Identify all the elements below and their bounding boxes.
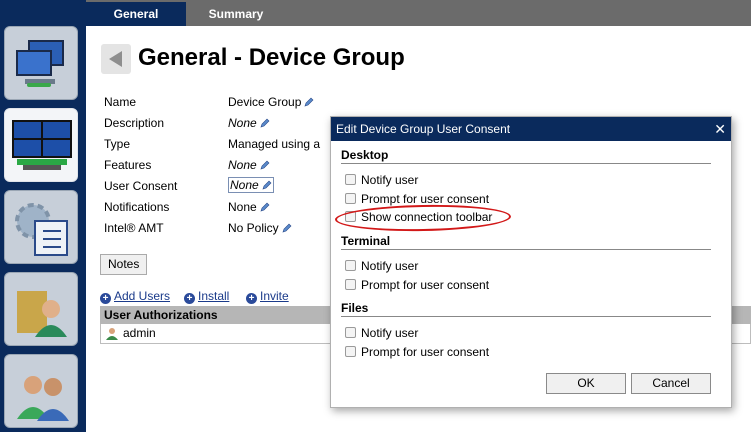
plus-icon: + xyxy=(184,293,195,304)
terminal-heading: Terminal xyxy=(341,234,711,250)
checkbox[interactable] xyxy=(345,174,356,185)
add-users-link[interactable]: + Add Users xyxy=(100,289,170,304)
notes-button[interactable]: Notes xyxy=(100,254,148,275)
tab-general[interactable]: General xyxy=(86,2,186,26)
description-label: Description xyxy=(104,116,165,130)
plus-icon: + xyxy=(100,293,111,304)
files-heading: Files xyxy=(341,301,711,317)
checkbox[interactable] xyxy=(345,260,356,271)
name-label: Name xyxy=(104,95,137,109)
plus-icon: + xyxy=(246,293,257,304)
option-label: Prompt for user consent xyxy=(361,278,490,292)
ok-button[interactable]: OK xyxy=(546,373,626,394)
back-button[interactable] xyxy=(101,44,131,74)
install-label: Install xyxy=(198,289,230,303)
edit-icon[interactable] xyxy=(282,223,292,233)
cancel-button[interactable]: Cancel xyxy=(631,373,711,394)
notifications-label: Notifications xyxy=(104,200,170,214)
user-consent-label: User Consent xyxy=(104,179,178,193)
install-link[interactable]: + Install xyxy=(184,289,229,304)
user-consent-value-text: None xyxy=(230,178,259,192)
edit-icon[interactable] xyxy=(260,160,270,170)
edit-icon[interactable] xyxy=(304,97,314,107)
option-label: Prompt for user consent xyxy=(361,192,490,206)
type-label: Type xyxy=(104,137,131,151)
dialog-title: Edit Device Group User Consent xyxy=(336,122,511,136)
invite-link[interactable]: + Invite xyxy=(246,289,289,304)
desktop-heading: Desktop xyxy=(341,148,711,164)
users-icon[interactable] xyxy=(4,354,78,428)
features-value: None xyxy=(228,158,270,172)
checkbox[interactable] xyxy=(345,279,356,290)
files-prompt-option[interactable]: Prompt for user consent xyxy=(345,345,489,359)
option-label: Prompt for user consent xyxy=(361,345,490,359)
dialog-title-bar: Edit Device Group User Consent ✕ xyxy=(331,117,731,141)
close-icon[interactable]: ✕ xyxy=(714,117,726,141)
edit-icon[interactable] xyxy=(260,202,270,212)
desktop-prompt-option[interactable]: Prompt for user consent xyxy=(345,192,489,206)
user-folder-icon[interactable] xyxy=(4,272,78,346)
user-consent-value: None xyxy=(228,177,274,193)
settings-checklist-icon[interactable] xyxy=(4,190,78,264)
user-consent-dialog: Edit Device Group User Consent ✕ Desktop… xyxy=(330,116,732,408)
left-sidebar xyxy=(0,0,86,432)
back-arrow-icon xyxy=(109,51,122,67)
option-label: Notify user xyxy=(361,173,419,187)
description-value: None xyxy=(228,116,270,130)
tab-bar: General Summary xyxy=(86,0,751,26)
desktop-notify-option[interactable]: Notify user xyxy=(345,173,418,187)
option-label: Notify user xyxy=(361,326,419,340)
device-group-icon[interactable] xyxy=(4,108,78,182)
page-title: General - Device Group xyxy=(138,44,405,71)
name-value: Device Group xyxy=(228,95,314,109)
type-value: Managed using a xyxy=(228,137,321,151)
files-notify-option[interactable]: Notify user xyxy=(345,326,418,340)
intel-amt-label: Intel® AMT xyxy=(104,221,164,235)
user-icon xyxy=(106,328,118,340)
features-value-text: None xyxy=(228,158,257,172)
checkbox[interactable] xyxy=(345,193,356,204)
checkbox[interactable] xyxy=(345,327,356,338)
user-consent-focus[interactable]: None xyxy=(228,177,274,193)
terminal-prompt-option[interactable]: Prompt for user consent xyxy=(345,278,489,292)
notifications-value: None xyxy=(228,200,270,214)
intel-amt-value-text: No Policy xyxy=(228,221,279,235)
features-label: Features xyxy=(104,158,152,172)
edit-icon[interactable] xyxy=(262,180,272,190)
user-name: admin xyxy=(123,326,156,340)
intel-amt-value: No Policy xyxy=(228,221,292,235)
tab-summary[interactable]: Summary xyxy=(186,2,286,26)
name-value-text: Device Group xyxy=(228,95,302,109)
terminal-notify-option[interactable]: Notify user xyxy=(345,259,418,273)
invite-label: Invite xyxy=(260,289,289,303)
notifications-value-text: None xyxy=(228,200,257,214)
computers-icon[interactable] xyxy=(4,26,78,100)
edit-icon[interactable] xyxy=(260,118,270,128)
checkbox[interactable] xyxy=(345,346,356,357)
add-users-label: Add Users xyxy=(114,289,171,303)
red-annotation-ring xyxy=(334,203,512,233)
description-value-text: None xyxy=(228,116,257,130)
option-label: Notify user xyxy=(361,259,419,273)
